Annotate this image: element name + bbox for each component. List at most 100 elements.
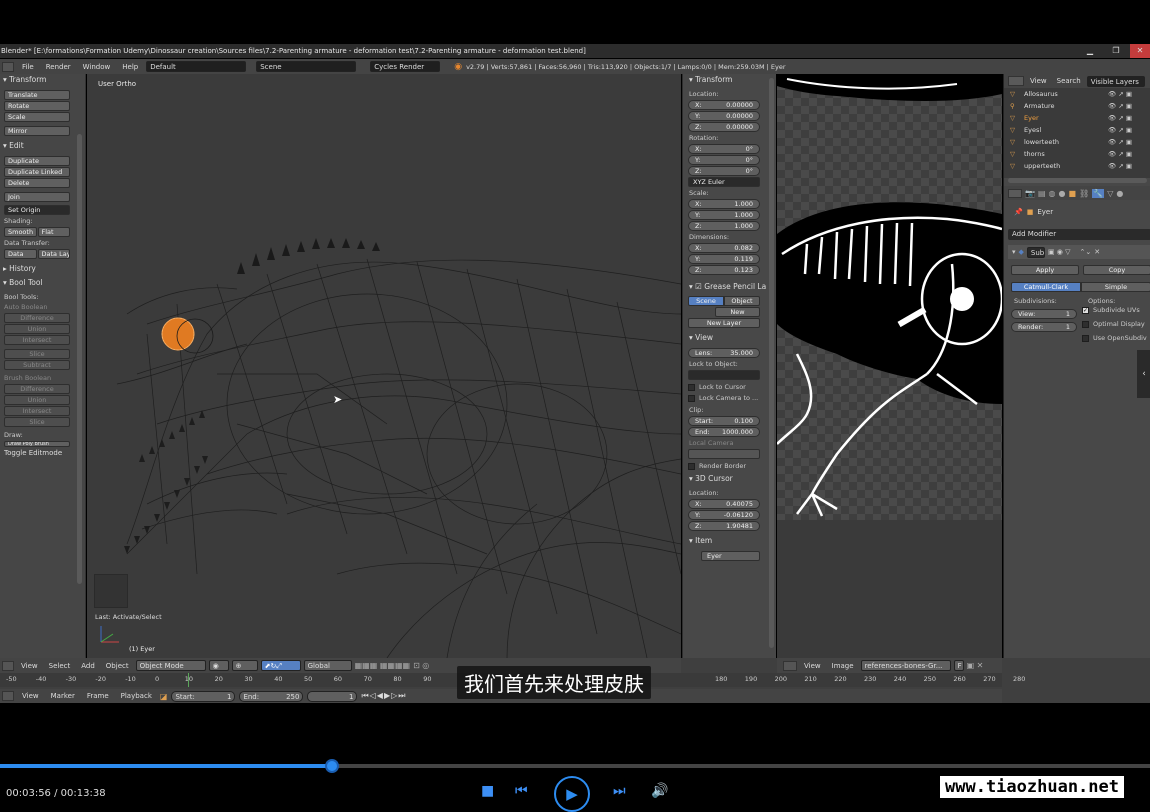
visibility-icon[interactable]: 👁 ➚ ▣ [1108, 88, 1132, 100]
outliner-item-eyesl[interactable]: ▽ Eyesl 👁 ➚ ▣ [1004, 124, 1150, 136]
3d-cursor-header[interactable]: ▾ 3D Cursor [683, 473, 776, 485]
lock-camera-checkbox[interactable]: Lock Camera to ... [688, 394, 771, 402]
remove-icon[interactable]: ✕ [1094, 248, 1100, 256]
translate-button[interactable]: Translate [4, 90, 70, 100]
apply-button[interactable]: Apply [1011, 265, 1079, 275]
outliner-scrollbar[interactable] [1008, 178, 1147, 183]
draw-poly-brush-button[interactable]: Draw Poly Brush [4, 441, 70, 447]
lens-field[interactable]: Lens: 35.000 [688, 348, 760, 358]
outliner-editor-icon[interactable] [1008, 76, 1024, 86]
grease-pencil-header[interactable]: ▾ ☑ Grease Pencil La [683, 281, 776, 293]
scene-selector[interactable]: Scene [256, 61, 357, 72]
dimension-x-field[interactable]: X: 0.082 [688, 243, 760, 253]
close-button[interactable]: ✕ [1130, 44, 1150, 58]
next-icon[interactable]: ⏭ [613, 783, 626, 799]
menu-help[interactable]: Help [118, 63, 142, 71]
subdiv-render-field[interactable]: Render: 1 [1011, 322, 1077, 332]
properties-editor-icon[interactable] [1008, 188, 1022, 198]
mirror-button[interactable]: Mirror [4, 126, 70, 136]
3d-viewport[interactable]: User Ortho ➤ Last: Activate/Select (1) E… [87, 74, 681, 658]
side-collapse-tab[interactable]: ‹ [1137, 350, 1150, 398]
brush-difference-button[interactable]: Difference [4, 384, 70, 394]
flat-button[interactable]: Flat [37, 227, 70, 237]
shading-selector[interactable]: ◉ [208, 660, 229, 671]
collapse-icon[interactable]: ▾ [1012, 248, 1016, 256]
modifier-name-field[interactable]: Sub [1026, 246, 1045, 258]
timeline-playback-menu[interactable]: Playback [117, 692, 156, 700]
auto-intersect-button[interactable]: Intersect [4, 335, 70, 345]
image-selector[interactable]: references-bones-Gr... [860, 660, 951, 671]
outliner-search-menu[interactable]: Search [1053, 77, 1085, 85]
3d-view-menu[interactable]: View [17, 662, 42, 670]
menu-window[interactable]: Window [79, 63, 115, 71]
transform-orientation-selector[interactable]: Global [303, 660, 352, 671]
auto-difference-button[interactable]: Difference [4, 313, 70, 323]
location-z-field[interactable]: Z: 0.00000 [688, 122, 760, 132]
gp-new-button[interactable]: New [715, 307, 760, 317]
current-frame-field[interactable]: 1 [307, 690, 358, 702]
rotation-x-field[interactable]: X: 0° [688, 144, 760, 154]
set-origin-dropdown[interactable]: Set Origin [4, 205, 70, 215]
video-progress-handle[interactable] [324, 759, 339, 773]
render-border-checkbox[interactable]: Render Border [688, 462, 771, 470]
auto-union-button[interactable]: Union [4, 324, 70, 334]
3d-editor-type-icon[interactable] [2, 660, 14, 671]
view-panel-header[interactable]: ▾ View [683, 332, 776, 344]
gp-new-layer-button[interactable]: New Layer [688, 318, 760, 328]
npanel-scrollbar[interactable] [769, 78, 774, 648]
3d-object-menu[interactable]: Object [102, 662, 133, 670]
visibility-icon[interactable]: 👁 ➚ ▣ [1108, 124, 1132, 136]
rotation-z-field[interactable]: Z: 0° [688, 166, 760, 176]
mode-selector[interactable]: Object Mode [135, 660, 206, 671]
timeline-frame-menu[interactable]: Frame [83, 692, 113, 700]
dimension-z-field[interactable]: Z: 0.123 [688, 265, 760, 275]
copy-button[interactable]: Copy [1083, 265, 1150, 275]
previous-icon[interactable]: ⏮ [515, 783, 528, 799]
lock-object-field[interactable] [688, 370, 760, 380]
simple-button[interactable]: Simple [1081, 282, 1150, 292]
move-up-icon[interactable]: ⌃⌄ [1079, 248, 1091, 256]
catmull-clark-button[interactable]: Catmull-Clark [1011, 282, 1081, 292]
image-close-icon[interactable]: ▣ ✕ [967, 661, 984, 670]
location-y-field[interactable]: Y: 0.00000 [688, 111, 760, 121]
cursor-x-field[interactable]: X: 0.40075 [688, 499, 760, 509]
use-opensubdiv-checkbox[interactable]: Use OpenSubdiv [1082, 334, 1147, 342]
duplicate-linked-button[interactable]: Duplicate Linked [4, 167, 70, 177]
modifiers-tab-icon[interactable]: 🔧 [1092, 188, 1105, 198]
object-tab-icon[interactable]: ■ [1069, 189, 1077, 198]
add-modifier-dropdown[interactable]: Add Modifier [1008, 229, 1150, 240]
image-editor[interactable] [777, 74, 1002, 658]
cursor-z-field[interactable]: Z: 1.90481 [688, 521, 760, 531]
scale-y-field[interactable]: Y: 1.000 [688, 210, 760, 220]
timeline-marker-menu[interactable]: Marker [47, 692, 79, 700]
n-transform-header[interactable]: ▾ Transform [683, 74, 776, 86]
editor-type-icon[interactable] [2, 61, 14, 72]
menu-file[interactable]: File [18, 63, 38, 71]
brush-union-button[interactable]: Union [4, 395, 70, 405]
layers-tab-icon[interactable]: ▤ [1038, 189, 1046, 198]
render-tab-icon[interactable]: 📷 [1025, 189, 1035, 198]
smooth-button[interactable]: Smooth [4, 227, 37, 237]
panel-bool-header[interactable]: ▾ Bool Tool [0, 277, 85, 289]
render-engine-selector[interactable]: Cycles Render [370, 61, 441, 72]
preview-range-icon[interactable]: ◪ [160, 692, 168, 701]
item-name-field[interactable]: Eyer [701, 551, 760, 561]
image-view-menu[interactable]: View [800, 662, 825, 670]
brush-slice-button[interactable]: Slice [4, 417, 70, 427]
outliner-item-allosaurus[interactable]: ▽ Allosaurus 👁 ➚ ▣ [1004, 88, 1150, 100]
outliner-item-eyer[interactable]: ▽ Eyer 👁 ➚ ▣ [1004, 112, 1150, 124]
scale-x-field[interactable]: X: 1.000 [688, 199, 760, 209]
scale-button[interactable]: Scale [4, 112, 70, 122]
duplicate-button[interactable]: Duplicate [4, 156, 70, 166]
clip-start-field[interactable]: Start: 0.100 [688, 416, 760, 426]
outliner-item-armature[interactable]: ⚲ Armature 👁 ➚ ▣ [1004, 100, 1150, 112]
image-image-menu[interactable]: Image [828, 662, 858, 670]
subdiv-view-field[interactable]: View: 1 [1011, 309, 1077, 319]
outliner-item-thorns[interactable]: ▽ thorns 👁 ➚ ▣ [1004, 148, 1150, 160]
scale-z-field[interactable]: Z: 1.000 [688, 221, 760, 231]
start-frame-field[interactable]: Start: 1 [171, 690, 236, 702]
visibility-icon[interactable]: 👁 ➚ ▣ [1108, 100, 1132, 112]
end-frame-field[interactable]: End: 250 [239, 690, 304, 702]
subdivide-uvs-checkbox[interactable]: ✓ Subdivide UVs [1082, 306, 1140, 314]
toolshelf-scrollbar[interactable] [77, 134, 82, 584]
